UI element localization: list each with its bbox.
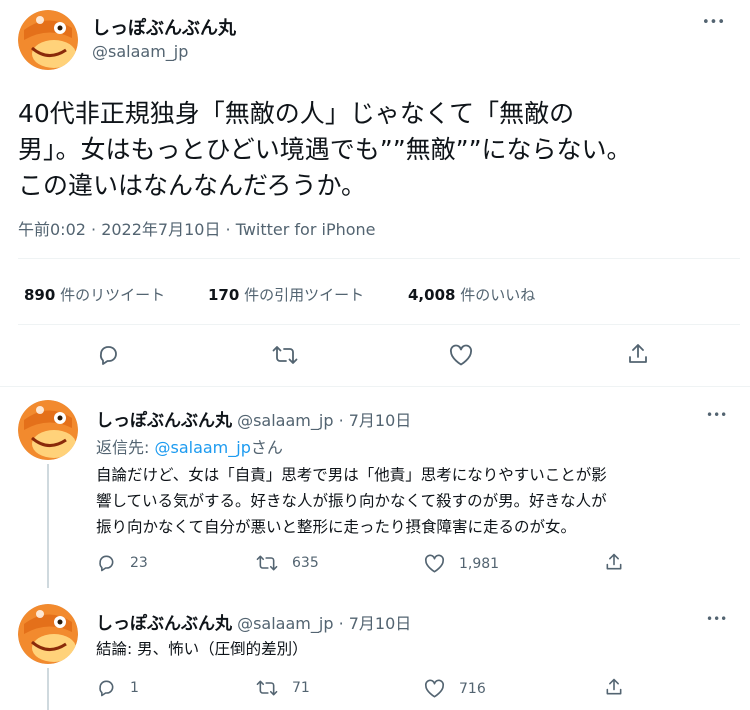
separator: · <box>333 411 349 430</box>
reply-text: 自論だけど、女は「自責」思考で男は「他責」思考になりやすいことが影 響している気… <box>96 462 607 540</box>
retweet-icon <box>272 346 298 364</box>
reply-to-handle[interactable]: @salaam_jp <box>154 438 250 457</box>
avatar[interactable] <box>18 604 78 664</box>
reply-text-line: 響している気がする。好きな人が振り向かなくて殺すのが男。好きな人が <box>96 492 607 510</box>
like-button[interactable]: 1,981 <box>424 554 499 573</box>
retweet-label: 件のリツイート <box>60 286 166 304</box>
share-icon <box>629 344 647 363</box>
reply-count: 23 <box>130 555 148 571</box>
like-icon <box>424 554 445 573</box>
quote-stats[interactable]: 170 件の引用ツイート <box>208 284 364 305</box>
like-icon <box>424 679 445 698</box>
reply-to-suffix: さん <box>250 438 283 457</box>
retweet-button[interactable]: 635 <box>256 553 319 573</box>
reply-icon <box>99 555 114 572</box>
reply-icon <box>99 346 117 365</box>
reply-to: 返信先: @salaam_jpさん <box>96 434 283 458</box>
avatar-orange-lizard <box>18 10 78 70</box>
retweet-button[interactable]: 71 <box>256 678 310 698</box>
reply-header: しっぽぶんぶん丸 @salaam_jp · 7月10日 <box>96 406 411 431</box>
quote-count: 170 <box>208 286 240 304</box>
like-count: 4,008 <box>408 286 456 304</box>
retweet-count: 71 <box>292 680 310 696</box>
more-icon[interactable]: ••• <box>706 613 727 625</box>
divider <box>18 258 740 259</box>
quote-label: 件の引用ツイート <box>244 286 365 304</box>
tweet-text-line: この違いはなんなんだろうか。 <box>18 171 367 200</box>
separator: · <box>333 614 349 633</box>
reply-header: しっぽぶんぶん丸 @salaam_jp · 7月10日 <box>96 609 411 634</box>
avatar[interactable] <box>18 10 78 70</box>
like-button[interactable] <box>449 344 473 366</box>
reply-count: 1 <box>130 680 139 696</box>
reply-icon <box>99 680 114 697</box>
like-label: 件のいいね <box>460 286 536 304</box>
reply-text-line: 振り向かなくて自分が悪いと整形に走ったり摂食障害に走るのが女。 <box>96 518 577 536</box>
retweet-stats[interactable]: 890 件のリツイート <box>24 284 165 305</box>
thread-line <box>47 464 49 588</box>
like-button[interactable]: 716 <box>424 679 486 698</box>
reply-text-line: 結論: 男、怖い（圧倒的差別） <box>96 640 308 658</box>
tweet-text-line: 40代非正規独身「無敵の人」じゃなくて「無敵の <box>18 99 575 128</box>
thread-line <box>47 668 49 710</box>
reply-date[interactable]: 7月10日 <box>349 614 412 633</box>
retweet-icon <box>256 555 278 571</box>
avatar-orange-lizard <box>18 604 78 664</box>
share-icon <box>606 678 622 695</box>
reply-text-line: 自論だけど、女は「自責」思考で男は「他責」思考になりやすいことが影 <box>96 466 607 484</box>
tweet-text-line: 男」。女はもっとひどい境遇でも””無敵””にならない。 <box>18 135 632 164</box>
avatar[interactable] <box>18 400 78 460</box>
share-icon <box>606 553 622 570</box>
share-button[interactable] <box>604 552 624 572</box>
reply-button[interactable]: 23 <box>96 553 148 573</box>
share-button[interactable] <box>626 342 650 366</box>
avatar-orange-lizard <box>18 400 78 460</box>
reply-text: 結論: 男、怖い（圧倒的差別） <box>96 637 308 661</box>
reply-button[interactable]: 1 <box>96 678 139 698</box>
retweet-icon <box>256 680 278 696</box>
author-handle[interactable]: @salaam_jp <box>92 42 188 61</box>
more-icon[interactable]: ••• <box>706 409 727 421</box>
more-icon[interactable]: ••• <box>702 16 725 29</box>
author-name[interactable]: しっぽぶんぶん丸 <box>96 411 232 431</box>
author-name[interactable]: しっぽぶんぶん丸 <box>96 614 232 634</box>
retweet-button[interactable] <box>272 343 298 367</box>
author-handle[interactable]: @salaam_jp <box>237 411 333 430</box>
tweet-meta[interactable]: 午前0:02 · 2022年7月10日 · Twitter for iPhone <box>18 216 376 240</box>
divider <box>18 324 740 325</box>
author-name[interactable]: しっぽぶんぶん丸 <box>92 14 236 40</box>
like-stats[interactable]: 4,008 件のいいね <box>408 284 535 305</box>
tweet-text: 40代非正規独身「無敵の人」じゃなくて「無敵の 男」。女はもっとひどい境遇でも”… <box>18 96 740 204</box>
like-count: 716 <box>459 680 486 697</box>
reply-date[interactable]: 7月10日 <box>349 411 412 430</box>
divider <box>0 386 750 387</box>
reply-to-prefix: 返信先: <box>96 438 155 457</box>
retweet-count: 635 <box>292 555 319 571</box>
like-icon <box>450 344 472 366</box>
author-handle[interactable]: @salaam_jp <box>237 614 333 633</box>
share-button[interactable] <box>604 677 624 697</box>
reply-button[interactable] <box>96 343 120 367</box>
like-count: 1,981 <box>459 555 500 572</box>
retweet-count: 890 <box>24 286 56 304</box>
